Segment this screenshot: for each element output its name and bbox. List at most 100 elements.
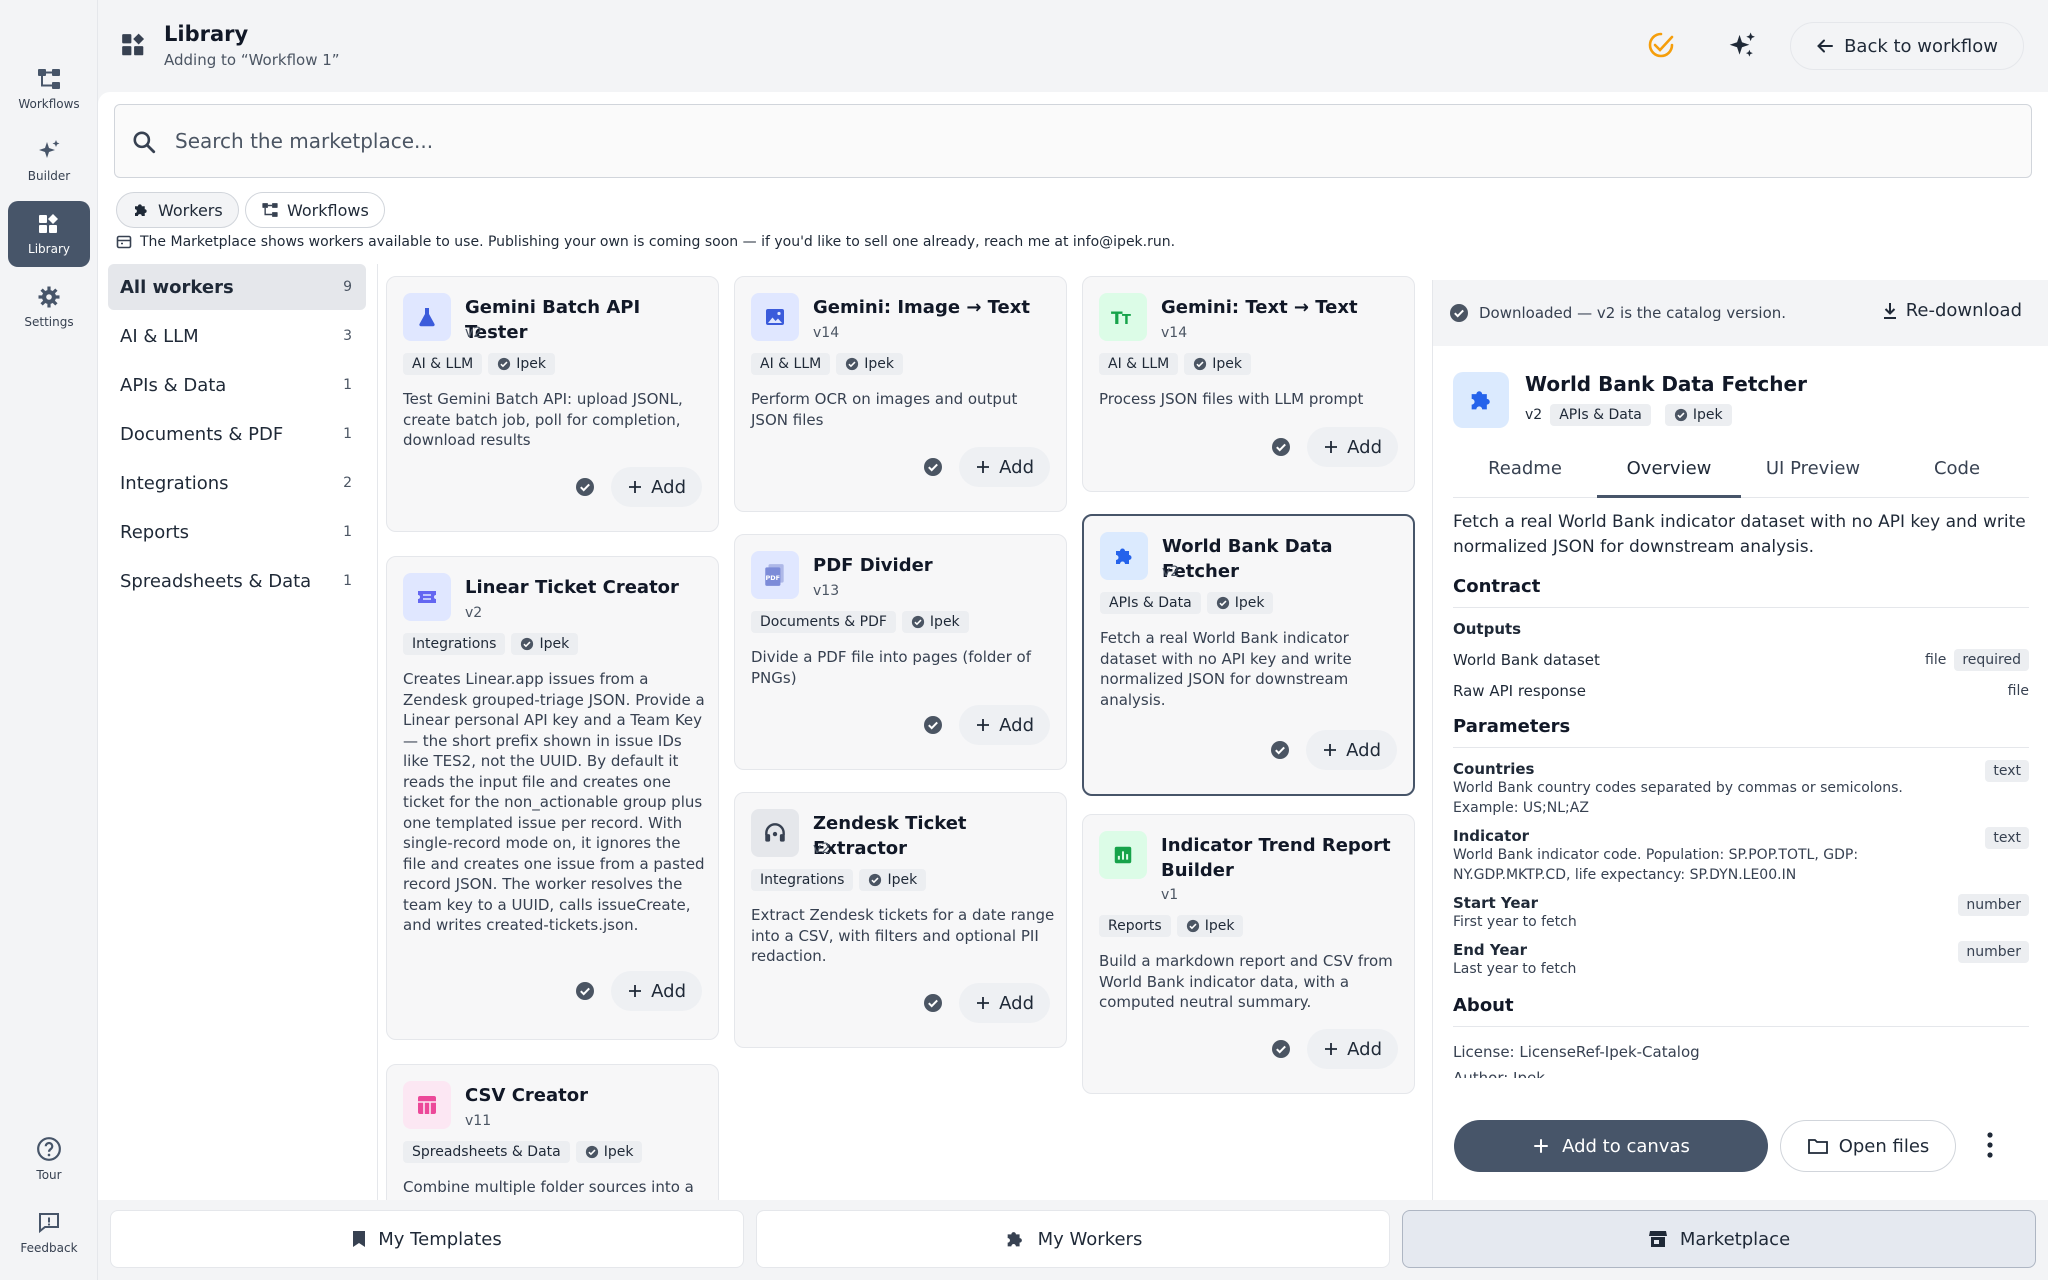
verified-icon bbox=[846, 357, 859, 371]
param-desc: World Bank country codes separated by co… bbox=[1453, 780, 1903, 816]
bottom-tab-label: My Workers bbox=[1037, 1228, 1143, 1250]
param-desc: Last year to fetch bbox=[1453, 961, 1577, 977]
rail-item-settings[interactable]: Settings bbox=[8, 274, 90, 340]
tab-ui-preview[interactable]: UI Preview bbox=[1741, 440, 1885, 497]
add-to-canvas-button[interactable]: Add to canvas bbox=[1454, 1120, 1768, 1172]
rail-item-tour[interactable]: Tour bbox=[8, 1126, 90, 1192]
category-tag: AI & LLM bbox=[1099, 353, 1179, 375]
puzzle-icon bbox=[1471, 391, 1490, 410]
card-version: v13 bbox=[813, 583, 840, 599]
category-tag: AI & LLM bbox=[751, 353, 831, 375]
rail-item-builder[interactable]: Builder bbox=[8, 128, 90, 194]
category-tag: Integrations bbox=[403, 633, 506, 655]
param-desc: World Bank indicator code. Population: S… bbox=[1453, 847, 1859, 883]
plus-icon bbox=[1324, 744, 1337, 756]
rail-item-library[interactable]: Library bbox=[8, 201, 90, 267]
worker-detail-panel: Downloaded — v2 is the catalog version. … bbox=[1432, 280, 2048, 1200]
detail-tabs: Readme Overview UI Preview Code bbox=[1453, 440, 2029, 498]
tab-readme[interactable]: Readme bbox=[1453, 440, 1597, 497]
add-worker-button[interactable]: Add bbox=[959, 447, 1050, 487]
tasks-check-icon[interactable] bbox=[1646, 30, 1676, 60]
card-title: Indicator Trend Report Builder bbox=[1161, 835, 1391, 881]
download-icon bbox=[1883, 302, 1896, 319]
author-tag: Ipek bbox=[575, 1141, 643, 1163]
table-icon bbox=[418, 1096, 436, 1114]
worker-card[interactable]: TT Gemini: Text → Text v14 AI & LLM Ipek … bbox=[1082, 276, 1415, 492]
add-worker-button[interactable]: Add bbox=[611, 971, 702, 1011]
add-label: Add bbox=[999, 992, 1034, 1014]
worker-card[interactable]: Gemini: Image → Text v14 AI & LLM Ipek Pe… bbox=[734, 276, 1067, 512]
workflow-icon bbox=[38, 69, 60, 89]
headset-icon bbox=[765, 823, 785, 842]
card-version: v14 bbox=[813, 325, 840, 341]
card-title: Gemini Batch API Tester bbox=[465, 297, 641, 343]
worker-card[interactable]: CSV Creator v11 Spreadsheets & Data Ipek … bbox=[386, 1064, 719, 1200]
param-type: number bbox=[1958, 941, 2029, 963]
check-circle-icon bbox=[1272, 1040, 1291, 1058]
detail-overview: Fetch a real World Bank indicator datase… bbox=[1453, 510, 2029, 1078]
add-worker-button[interactable]: Add bbox=[1306, 730, 1397, 770]
worker-card[interactable]: Linear Ticket Creator v2 Integrations Ipe… bbox=[386, 556, 719, 1040]
add-worker-button[interactable]: Add bbox=[959, 983, 1050, 1023]
param-name: Start Year bbox=[1453, 894, 1539, 912]
check-circle-icon bbox=[1272, 438, 1291, 456]
verified-icon bbox=[521, 637, 534, 651]
author-name: Ipek bbox=[1212, 356, 1242, 372]
author-tag: Ipek bbox=[511, 633, 579, 655]
worker-card[interactable]: Indicator Trend Report Builder v1 Report… bbox=[1082, 814, 1415, 1094]
tab-overview[interactable]: Overview bbox=[1597, 440, 1741, 498]
add-worker-button[interactable]: Add bbox=[611, 467, 702, 507]
sparkle-icon[interactable] bbox=[1726, 30, 1758, 62]
card-title: Gemini: Text → Text bbox=[1161, 297, 1358, 318]
card-title: Zendesk Ticket Extractor bbox=[813, 813, 967, 859]
add-label: Add bbox=[1346, 739, 1381, 761]
add-worker-button[interactable]: Add bbox=[1307, 1029, 1398, 1069]
card-icon-tile: TT bbox=[1099, 293, 1147, 341]
author-name: Ipek bbox=[603, 1144, 634, 1160]
worker-card[interactable]: Gemini Batch API Tester v2 AI & LLM Ipek … bbox=[386, 276, 719, 532]
author-tag: Ipek bbox=[1184, 353, 1251, 375]
author-tag: Ipek bbox=[1206, 592, 1274, 614]
author-name: Ipek bbox=[929, 614, 960, 630]
add-worker-button[interactable]: Add bbox=[959, 705, 1050, 745]
worker-card-selected[interactable]: World Bank Data Fetcher v2 APIs & Data Ip… bbox=[1082, 514, 1415, 796]
bottom-tab-label: My Templates bbox=[378, 1228, 502, 1250]
rail-label: Workflows bbox=[18, 97, 80, 111]
tab-my-templates[interactable]: My Templates bbox=[110, 1210, 744, 1268]
param-name: End Year bbox=[1453, 941, 1528, 959]
category-tag: Reports bbox=[1099, 915, 1171, 937]
card-icon-tile bbox=[1099, 831, 1147, 879]
redownload-button[interactable]: Re-download bbox=[1882, 300, 2022, 321]
plus-icon bbox=[1534, 1139, 1548, 1153]
author-text: Author: Ipek bbox=[1453, 1069, 1545, 1078]
about-heading: About bbox=[1453, 995, 2029, 1027]
output-type: file bbox=[1925, 651, 1947, 668]
category-tag: Integrations bbox=[751, 869, 854, 891]
text-icon: TT bbox=[1111, 309, 1131, 328]
rail-item-feedback[interactable]: Feedback bbox=[8, 1200, 90, 1266]
worker-card[interactable]: Zendesk Ticket Extractor v2 Integrations… bbox=[734, 792, 1067, 1048]
add-worker-button[interactable]: Add bbox=[1307, 427, 1398, 467]
worker-card[interactable]: PDF PDF Divider v13 Documents & PDF Ipek … bbox=[734, 534, 1067, 770]
arrow-left-icon bbox=[1817, 39, 1834, 53]
check-circle-icon bbox=[576, 982, 595, 1000]
param-desc: First year to fetch bbox=[1453, 914, 1577, 930]
page-subtitle: Adding to “Workflow 1” bbox=[164, 51, 340, 69]
back-to-workflow-button[interactable]: Back to workflow bbox=[1790, 22, 2024, 70]
card-version: v11 bbox=[465, 1113, 492, 1129]
card-description: Process JSON files with LLM prompt bbox=[1099, 390, 1364, 408]
help-icon bbox=[37, 1137, 61, 1161]
tab-my-workers[interactable]: My Workers bbox=[756, 1210, 1390, 1268]
category-tag: AI & LLM bbox=[403, 353, 483, 375]
rail-item-workflows[interactable]: Workflows bbox=[8, 56, 90, 122]
more-options-icon[interactable] bbox=[1986, 1130, 1994, 1160]
tab-marketplace[interactable]: Marketplace bbox=[1402, 1210, 2036, 1268]
card-title: PDF Divider bbox=[813, 555, 933, 576]
required-badge: required bbox=[1954, 648, 2029, 671]
card-version: v2 bbox=[465, 605, 483, 621]
card-description: Combine multiple folder sources into a C… bbox=[403, 1178, 694, 1200]
author-name: Ipek bbox=[1692, 407, 1723, 423]
open-files-button[interactable]: Open files bbox=[1780, 1120, 1956, 1172]
tab-code[interactable]: Code bbox=[1885, 440, 2029, 497]
flask-icon bbox=[419, 308, 435, 327]
